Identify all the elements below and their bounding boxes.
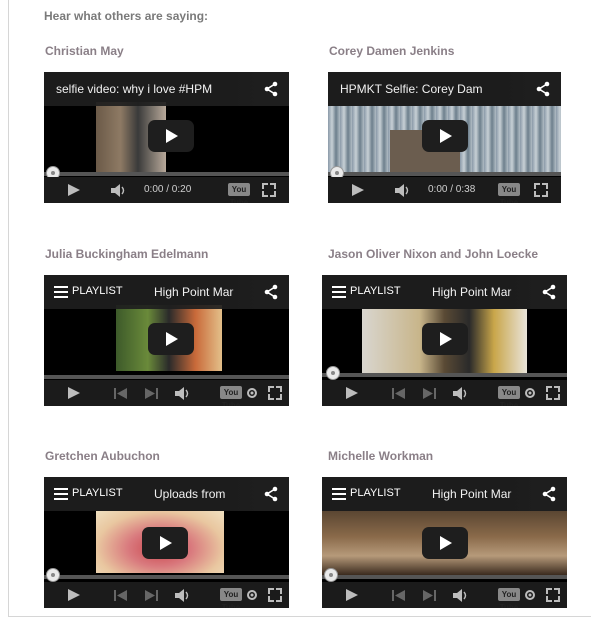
playlist-icon[interactable] <box>332 488 346 500</box>
time-display: 0:00 / 0:20 <box>144 184 192 195</box>
next-icon[interactable] <box>144 590 158 601</box>
person-name-6: Michelle Workman <box>328 449 434 463</box>
volume-icon[interactable] <box>174 589 192 602</box>
volume-icon[interactable] <box>110 184 128 197</box>
playlist-icon[interactable] <box>332 286 346 298</box>
video-player-1[interactable]: selfie video: why i love #HPM 0:00 / 0:2… <box>44 72 289 203</box>
settings-icon[interactable] <box>246 386 258 400</box>
section-heading: Hear what others are saying: <box>44 9 209 23</box>
next-icon[interactable] <box>422 388 436 399</box>
progress-bar[interactable] <box>44 172 289 176</box>
playlist-title-bar[interactable]: PLAYLIST High Point Mar <box>322 477 567 511</box>
playlist-title[interactable]: High Point Mar <box>154 285 233 299</box>
next-icon[interactable] <box>144 388 158 399</box>
video-player-6[interactable]: PLAYLIST High Point Mar You Tube <box>322 477 567 608</box>
player-controls: 0:00 / 0:20 You Tube <box>44 177 289 203</box>
previous-icon[interactable] <box>114 590 128 601</box>
playlist-title-bar[interactable]: PLAYLIST High Point Mar <box>44 275 289 309</box>
video-player-5[interactable]: PLAYLIST Uploads from You Tube <box>44 477 289 608</box>
share-icon[interactable] <box>263 81 279 97</box>
share-icon[interactable] <box>541 486 557 502</box>
video-player-2[interactable]: HPMKT Selfie: Corey Dam 0:00 / 0:38 You … <box>328 72 561 203</box>
progress-bar[interactable] <box>44 375 289 379</box>
share-icon[interactable] <box>541 284 557 300</box>
person-name-2: Corey Damen Jenkins <box>329 44 455 58</box>
video-title[interactable]: HPMKT Selfie: Corey Dam <box>340 82 482 96</box>
video-title[interactable]: selfie video: why i love #HPM <box>56 82 212 96</box>
playlist-icon[interactable] <box>54 488 68 500</box>
fullscreen-icon[interactable] <box>262 183 276 197</box>
playlist-title-bar[interactable]: PLAYLIST Uploads from <box>44 477 289 511</box>
playlist-title[interactable]: High Point Mar <box>432 285 511 299</box>
volume-icon[interactable] <box>452 387 470 400</box>
fullscreen-icon[interactable] <box>546 386 560 400</box>
scrubber-handle[interactable] <box>46 568 60 582</box>
volume-icon[interactable] <box>452 589 470 602</box>
player-controls: 0:00 / 0:38 You Tube <box>328 177 561 203</box>
previous-icon[interactable] <box>114 388 128 399</box>
playlist-label[interactable]: PLAYLIST <box>350 487 401 499</box>
fullscreen-icon[interactable] <box>546 588 560 602</box>
playlist-title[interactable]: High Point Mar <box>432 487 511 501</box>
playlist-label[interactable]: PLAYLIST <box>72 487 123 499</box>
youtube-logo[interactable]: You Tube <box>498 183 520 203</box>
progress-bar[interactable] <box>322 575 567 579</box>
playlist-title-bar[interactable]: PLAYLIST High Point Mar <box>322 275 567 309</box>
youtube-logo[interactable]: You Tube <box>220 386 242 406</box>
scrubber-handle[interactable] <box>326 366 340 380</box>
share-icon[interactable] <box>535 81 551 97</box>
fullscreen-icon[interactable] <box>534 183 548 197</box>
person-name-3: Julia Buckingham Edelmann <box>45 247 209 261</box>
playlist-label[interactable]: PLAYLIST <box>350 285 401 297</box>
fullscreen-icon[interactable] <box>268 588 282 602</box>
person-name-1: Christian May <box>45 44 124 58</box>
play-button[interactable] <box>148 120 194 152</box>
person-name-4: Jason Oliver Nixon and John Loecke <box>328 247 539 261</box>
settings-icon[interactable] <box>246 588 258 602</box>
share-icon[interactable] <box>263 284 279 300</box>
person-name-5: Gretchen Aubuchon <box>45 449 160 463</box>
play-control-icon[interactable] <box>352 184 364 196</box>
playlist-title[interactable]: Uploads from <box>154 487 225 501</box>
video-player-4[interactable]: PLAYLIST High Point Mar You Tube <box>322 275 567 406</box>
video-player-3[interactable]: PLAYLIST High Point Mar You Tube <box>44 275 289 406</box>
fullscreen-icon[interactable] <box>268 386 282 400</box>
progress-bar[interactable] <box>322 373 567 377</box>
progress-bar[interactable] <box>328 172 561 176</box>
play-button[interactable] <box>422 323 468 355</box>
scrubber-handle[interactable] <box>324 568 338 582</box>
video-title-bar[interactable]: selfie video: why i love #HPM <box>44 72 289 106</box>
youtube-logo[interactable]: You Tube <box>220 588 242 608</box>
settings-icon[interactable] <box>524 386 536 400</box>
playlist-label[interactable]: PLAYLIST <box>72 285 123 297</box>
volume-icon[interactable] <box>174 387 192 400</box>
play-control-icon[interactable] <box>346 589 358 601</box>
previous-icon[interactable] <box>392 388 406 399</box>
play-control-icon[interactable] <box>68 387 80 399</box>
player-controls: You Tube <box>322 380 567 406</box>
settings-icon[interactable] <box>524 588 536 602</box>
time-display: 0:00 / 0:38 <box>428 184 476 195</box>
play-button[interactable] <box>422 120 468 152</box>
play-control-icon[interactable] <box>68 589 80 601</box>
player-controls: You Tube <box>44 380 289 406</box>
play-control-icon[interactable] <box>68 184 80 196</box>
play-button[interactable] <box>142 527 188 559</box>
volume-icon[interactable] <box>394 184 412 197</box>
share-icon[interactable] <box>263 486 279 502</box>
player-controls: You Tube <box>322 582 567 608</box>
youtube-logo[interactable]: You Tube <box>498 588 520 608</box>
play-control-icon[interactable] <box>346 387 358 399</box>
youtube-logo[interactable]: You Tube <box>228 183 250 203</box>
video-title-bar[interactable]: HPMKT Selfie: Corey Dam <box>328 72 561 106</box>
player-controls: You Tube <box>44 582 289 608</box>
next-icon[interactable] <box>422 590 436 601</box>
previous-icon[interactable] <box>392 590 406 601</box>
play-button[interactable] <box>148 323 194 355</box>
progress-bar[interactable] <box>44 575 289 579</box>
playlist-icon[interactable] <box>54 286 68 298</box>
youtube-logo[interactable]: You Tube <box>498 386 520 406</box>
play-button[interactable] <box>422 527 468 559</box>
